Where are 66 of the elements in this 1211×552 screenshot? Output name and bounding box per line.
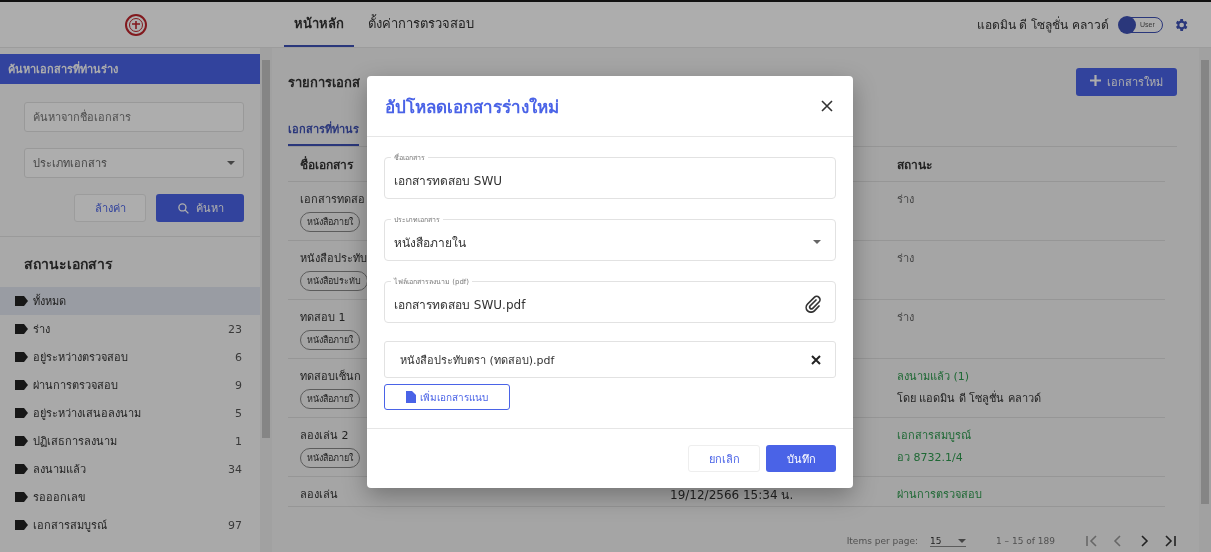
tag-icon	[14, 324, 28, 334]
nav-tab[interactable]: ตั้งค่าการตรวจสอบ	[358, 2, 484, 47]
document-name: ลองเล่น 2	[300, 428, 349, 444]
tag-icon	[14, 380, 28, 390]
tag-icon	[14, 352, 28, 362]
document-name: ลองเล่น	[300, 487, 338, 503]
status-filter-item[interactable]: ลงนามแล้ว 34	[0, 455, 260, 483]
scrollbar[interactable]	[260, 48, 272, 552]
cancel-button[interactable]: ยกเลิก	[688, 445, 760, 472]
status-text: โดย แอดมิน ดี โซลูชั่น คลาวด์	[897, 389, 1041, 407]
settings-icon[interactable]	[1173, 16, 1189, 33]
dialog-title: อัปโหลดเอกสารร่างใหม่	[385, 95, 559, 119]
status-filter-item[interactable]: ปฏิเสธการลงนาม 1	[0, 427, 260, 455]
nav-tab[interactable]: หน้าหลัก	[284, 2, 354, 47]
column-header: ชื่อเอกสาร	[300, 155, 353, 174]
status-text: ร่าง	[897, 251, 914, 267]
seal-logo-icon	[125, 13, 147, 36]
attachment-file-name: หนังสือประทับตรา (ทดสอบ).pdf	[400, 352, 555, 369]
document-name: เอกสารทดสอ	[300, 192, 365, 208]
page-size-select[interactable]: 15	[930, 535, 966, 547]
close-icon[interactable]	[821, 100, 833, 112]
file-icon	[406, 391, 416, 403]
status-text: ร่าง	[897, 192, 914, 208]
status-text: ร่าง	[897, 310, 914, 326]
status-filter-item[interactable]: ทั้งหมด	[0, 287, 260, 315]
search-button[interactable]: ค้นหา	[156, 194, 244, 222]
scrollbar[interactable]	[1199, 48, 1211, 552]
tag-icon	[14, 408, 28, 418]
add-attachment-button[interactable]: เพิ่มเอกสารแนบ	[384, 384, 510, 410]
column-header: สถานะ	[897, 156, 932, 174]
tag-icon	[14, 296, 28, 306]
status-filter-item[interactable]: อยู่ระหว่างตรวจสอบ 6	[0, 343, 260, 371]
document-name: ทดสอบ 1	[300, 310, 346, 326]
table-cell: 19/12/2566 15:34 น.	[670, 488, 794, 502]
page-range: 1 – 15 of 189	[996, 536, 1055, 546]
remove-icon[interactable]	[811, 354, 821, 365]
document-type-select[interactable]: ประเภทเอกสาร	[24, 148, 244, 178]
new-document-button[interactable]: เอกสารใหม่	[1076, 68, 1177, 96]
status-text: เอกสารสมบูรณ์	[897, 428, 971, 444]
clear-button[interactable]: ล้างค่า	[74, 194, 146, 222]
tag-icon	[14, 492, 28, 502]
tag-icon	[14, 520, 28, 530]
tag-icon	[14, 436, 28, 446]
last-page-icon[interactable]	[1163, 534, 1177, 548]
save-button[interactable]: บันทึก	[766, 445, 836, 472]
tag-icon	[14, 464, 28, 474]
status-filter-item[interactable]: ผ่านการตรวจสอบ 9	[0, 371, 260, 399]
search-field[interactable]: ค้นหาจากชื่อเอกสาร	[24, 102, 244, 132]
status-text: อว 8732.1/4	[897, 450, 963, 466]
document-name: ทดสอบเซ็นก	[300, 368, 361, 385]
paperclip-icon[interactable]	[805, 295, 821, 313]
sidebar-section-title: ค้นหาเอกสารที่ท่านร่าง	[0, 54, 260, 84]
section-title: สถานะเอกสาร	[23, 255, 114, 274]
items-per-page-label: Items per page:	[846, 536, 918, 546]
document-tab[interactable]: เอกสารที่ท่านร	[288, 120, 359, 146]
user-name: แอดมิน ดี โซลูชั่น คลาวด์	[976, 15, 1109, 34]
search-icon	[176, 201, 190, 215]
page-title: รายการเอกส	[288, 73, 360, 92]
status-filter-item[interactable]: อยู่ระหว่างเสนอลงนาม 5	[0, 399, 260, 427]
status-text: ลงนามแล้ว (1)	[897, 369, 970, 385]
status-filter-item[interactable]: รอออกเลข	[0, 483, 260, 511]
status-filter-item[interactable]: ร่าง 23	[0, 315, 260, 343]
plus-icon	[1090, 75, 1101, 86]
status-filter-item[interactable]: เอกสารสมบูรณ์ 97	[0, 511, 260, 539]
document-name: หนังสือประทับ	[300, 251, 367, 267]
status-text: ผ่านการตรวจสอบ	[897, 487, 982, 503]
